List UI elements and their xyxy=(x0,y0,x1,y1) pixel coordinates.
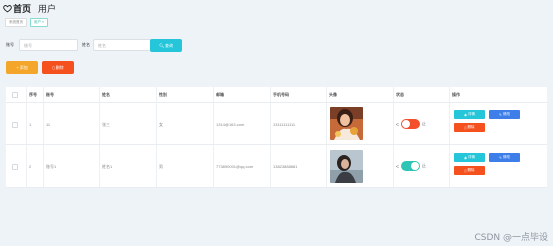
th-avatar: 头像 xyxy=(329,92,337,97)
status-prefix: ᐸ xyxy=(396,163,399,169)
name-label: 姓名 xyxy=(82,42,90,47)
th-name: 姓名 xyxy=(102,92,110,97)
trash-icon: ▯ xyxy=(464,168,467,173)
batch-delete-label: 删除 xyxy=(55,64,64,70)
account-label: 账号 xyxy=(6,42,14,47)
row-email: 1314@163.com xyxy=(216,122,245,127)
status-label: 止 xyxy=(421,121,426,126)
top-header: 首页 用户 xyxy=(0,0,553,16)
row-account: 账号1 xyxy=(46,164,57,169)
row-email: 773890001@qq.com xyxy=(216,164,254,169)
add-button[interactable]: + 添加 xyxy=(6,61,38,74)
th-index: 序号 xyxy=(29,92,37,97)
search-button-label: 查询 xyxy=(165,42,174,48)
table-header: 序号 账号 姓名 性别 邮箱 手机号码 头像 状态 操作 xyxy=(6,87,547,103)
tab-tags: 系统首页 用户 × xyxy=(5,18,49,27)
delete-button[interactable]: ▯ 删除 xyxy=(454,166,485,175)
delete-button[interactable]: ▯ 删除 xyxy=(454,123,485,132)
row-gender: 女 xyxy=(159,122,163,127)
search-icon: 🔍︎ xyxy=(158,43,165,48)
row-name: 张三 xyxy=(102,122,110,127)
account-input[interactable]: 账号 xyxy=(19,39,78,51)
page-title: 用户 xyxy=(38,4,57,14)
select-all-checkbox[interactable] xyxy=(12,92,18,98)
delete-label: 删除 xyxy=(467,168,475,172)
row-account: 11 xyxy=(46,122,51,127)
view-button[interactable]: ◉ 详情 xyxy=(454,110,485,119)
status-toggle[interactable]: ᐸ 止 xyxy=(396,119,426,129)
add-button-label: 添加 xyxy=(19,64,28,70)
view-label: 详情 xyxy=(468,155,476,159)
edit-label: 修改 xyxy=(502,155,510,159)
name-input[interactable]: 姓名 xyxy=(93,39,152,51)
edit-button[interactable]: ✎ 修改 xyxy=(489,110,520,119)
eye-icon: ◉ xyxy=(463,112,468,117)
user-table: 序号 账号 姓名 性别 邮箱 手机号码 头像 状态 操作 1 11 张三 女 1… xyxy=(6,87,547,188)
status-switch[interactable] xyxy=(400,161,420,171)
th-gender: 性别 xyxy=(159,92,167,97)
tag-users[interactable]: 用户 × xyxy=(30,18,49,27)
avatar xyxy=(330,107,363,140)
home-label: 首页 xyxy=(13,4,32,14)
heart-icon xyxy=(3,5,12,13)
status-label: 止 xyxy=(421,163,426,168)
th-email: 邮箱 xyxy=(216,92,224,97)
edit-label: 修改 xyxy=(502,112,510,116)
row-index: 2 xyxy=(29,164,32,169)
th-actions: 操作 xyxy=(452,92,460,97)
row-checkbox[interactable] xyxy=(12,164,18,170)
status-toggle[interactable]: ᐸ 止 xyxy=(396,161,426,171)
trash-icon: ▯ xyxy=(52,65,55,70)
pencil-icon: ✎ xyxy=(499,112,502,117)
th-phone: 手机号码 xyxy=(273,92,289,97)
search-button[interactable]: 🔍︎ 查询 xyxy=(150,39,182,52)
row-checkbox[interactable] xyxy=(12,122,18,128)
view-label: 详情 xyxy=(468,112,476,116)
batch-delete-button[interactable]: ▯ 删除 xyxy=(42,61,74,74)
row-index: 1 xyxy=(29,122,32,127)
edit-button[interactable]: ✎ 修改 xyxy=(489,153,520,162)
status-prefix: ᐸ xyxy=(396,121,399,127)
row-phone: 13111111111 xyxy=(273,122,296,127)
row-phone: 13823888881 xyxy=(273,164,298,169)
eye-icon: ◉ xyxy=(463,155,468,160)
pencil-icon: ✎ xyxy=(499,155,502,160)
row-gender: 男 xyxy=(159,164,163,169)
table-row: 1 11 张三 女 1314@163.com 13111111111 ᐸ 止 ◉… xyxy=(6,103,547,145)
row-name: 姓名1 xyxy=(102,164,113,169)
tag-home[interactable]: 系统首页 xyxy=(5,18,27,27)
trash-icon: ▯ xyxy=(464,125,467,130)
home-link[interactable]: 首页 xyxy=(3,2,31,15)
th-account: 账号 xyxy=(46,92,54,97)
delete-label: 删除 xyxy=(467,125,475,129)
watermark: CSDN @一点毕设 xyxy=(474,233,548,243)
table-row: 2 账号1 姓名1 男 773890001@qq.com 13823888881… xyxy=(6,145,547,188)
status-switch[interactable] xyxy=(400,119,420,129)
plus-icon: + xyxy=(16,65,19,70)
th-status: 状态 xyxy=(396,92,404,97)
avatar xyxy=(330,150,363,183)
view-button[interactable]: ◉ 详情 xyxy=(454,153,485,162)
